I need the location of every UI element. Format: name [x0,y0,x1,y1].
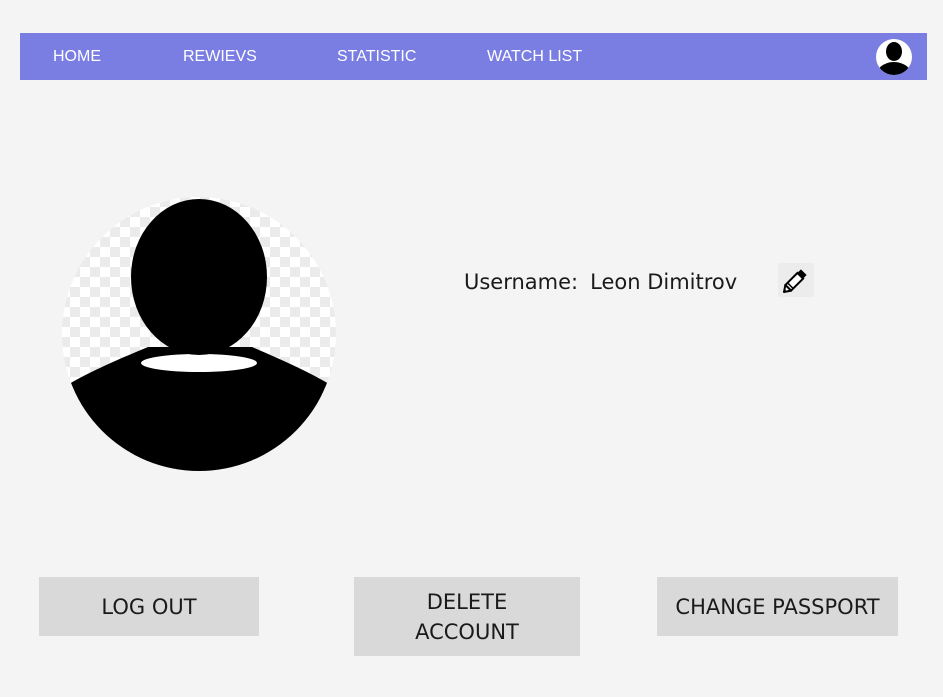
nav-home[interactable]: HOME [53,33,101,80]
log-out-label: LOG OUT [101,594,197,619]
user-silhouette-icon [62,197,336,471]
delete-account-button[interactable]: DELETE ACCOUNT [354,577,580,656]
pencil-icon [782,269,807,294]
delete-account-label-line2: ACCOUNT [415,619,519,644]
nav-statistic[interactable]: STATISTIC [337,33,416,80]
log-out-button[interactable]: LOG OUT [39,577,259,636]
edit-username-button[interactable] [778,263,814,297]
top-navbar: HOME REWIEVS STATISTIC WATCH LIST [20,33,927,80]
username-value: Leon Dimitrov [590,270,738,294]
nav-watch-list[interactable]: WATCH LIST [487,33,582,80]
change-passport-button[interactable]: CHANGE PASSPORT [657,577,898,636]
change-passport-label: CHANGE PASSPORT [675,594,880,619]
delete-account-label-line1: DELETE [426,589,508,614]
user-avatar-icon[interactable] [876,39,912,75]
profile-picture [60,197,338,471]
nav-reviews[interactable]: REWIEVS [183,33,257,80]
username-label: Username: [464,270,579,294]
username-row: Username: Leon Dimitrov [464,266,737,298]
